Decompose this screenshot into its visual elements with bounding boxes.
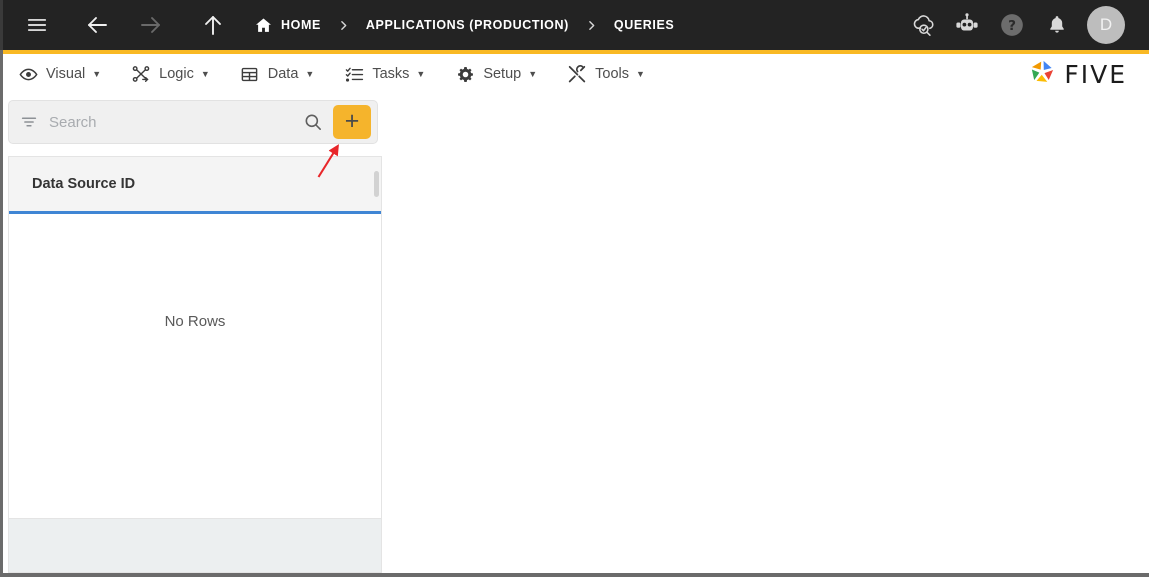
table-grid-icon: [240, 64, 260, 84]
breadcrumb-separator-2: [585, 19, 598, 32]
menu-label-visual: Visual: [46, 66, 86, 82]
chevron-down-icon: ▼: [528, 68, 538, 79]
search-input[interactable]: [49, 113, 301, 131]
topbar-left-group: HOME APPLICATIONS (PRODUCTION) QUERIES: [22, 10, 907, 40]
menu-item-logic[interactable]: Logic ▼: [131, 57, 210, 91]
top-navigation-bar: HOME APPLICATIONS (PRODUCTION) QUERIES ?…: [0, 0, 1149, 50]
eye-icon: [18, 64, 38, 84]
avatar-initial: D: [1099, 15, 1113, 34]
search-bar: +: [8, 100, 378, 144]
help-icon[interactable]: ?: [997, 10, 1027, 40]
data-grid: Data Source ID No Rows: [8, 156, 382, 573]
column-header-data-source-id[interactable]: Data Source ID: [32, 176, 135, 192]
breadcrumb-separator-1: [337, 19, 350, 32]
add-button[interactable]: +: [333, 105, 371, 139]
hamburger-menu-icon[interactable]: [22, 10, 52, 40]
window-bottom-edge: [0, 573, 1149, 577]
menu-label-logic: Logic: [159, 66, 194, 82]
breadcrumb-item-home[interactable]: HOME: [254, 16, 321, 35]
chevron-down-icon: ▼: [92, 68, 102, 79]
arrow-right-icon: [136, 10, 166, 40]
checklist-icon: [344, 64, 364, 84]
breadcrumb-item-applications[interactable]: APPLICATIONS (PRODUCTION): [366, 18, 569, 32]
chevron-down-icon: ▼: [305, 68, 315, 79]
breadcrumb-item-queries[interactable]: QUERIES: [614, 18, 674, 32]
five-pinwheel-logo: [1027, 57, 1057, 92]
menu-item-tasks[interactable]: Tasks ▼: [344, 57, 425, 91]
home-icon: [254, 16, 273, 35]
plus-icon: +: [344, 106, 360, 135]
horizontal-scrollbar-thumb[interactable]: [374, 171, 379, 197]
menu-item-setup[interactable]: Setup ▼: [455, 57, 537, 91]
data-grid-header-row: Data Source ID: [9, 157, 381, 214]
brand-name: FIVE: [1064, 59, 1127, 89]
empty-state-message: No Rows: [164, 313, 226, 330]
window-left-edge: [0, 0, 3, 577]
logic-graph-icon: [131, 64, 151, 84]
menu-item-tools[interactable]: Tools ▼: [567, 57, 645, 91]
menu-item-visual[interactable]: Visual ▼: [18, 57, 101, 91]
breadcrumb-queries-label: QUERIES: [613, 18, 675, 32]
queries-left-panel: + Data Source ID No Rows: [4, 96, 382, 573]
cloud-check-icon[interactable]: [907, 10, 937, 40]
search-icon[interactable]: [301, 110, 325, 134]
menu-label-data: Data: [267, 66, 299, 82]
svg-text:?: ?: [1008, 18, 1016, 34]
bell-icon[interactable]: [1042, 10, 1072, 40]
breadcrumb-home-label: HOME: [281, 18, 321, 32]
gear-icon: [455, 64, 475, 84]
main-menu-bar: Visual ▼ Logic ▼ Data ▼ Tasks ▼ Setup ▼ …: [0, 54, 1149, 94]
tools-icon: [567, 64, 587, 84]
topbar-action-group: ? D: [907, 6, 1135, 44]
data-grid-body: No Rows: [9, 214, 381, 518]
application-window: HOME APPLICATIONS (PRODUCTION) QUERIES ?…: [0, 0, 1149, 577]
arrow-up-icon[interactable]: [198, 10, 228, 40]
menu-label-tasks: Tasks: [372, 66, 410, 82]
menu-item-data[interactable]: Data ▼: [240, 57, 315, 91]
chevron-down-icon: ▼: [416, 68, 426, 79]
data-grid-footer: [9, 518, 381, 572]
robot-icon[interactable]: [952, 10, 982, 40]
breadcrumb-applications-label: APPLICATIONS (PRODUCTION): [365, 18, 569, 32]
menu-label-setup: Setup: [483, 66, 522, 82]
chevron-down-icon: ▼: [636, 68, 645, 79]
chevron-down-icon: ▼: [200, 68, 210, 79]
window-left-edge-header: [0, 0, 3, 50]
filter-icon[interactable]: [19, 112, 39, 132]
avatar[interactable]: D: [1087, 6, 1125, 44]
arrow-left-icon[interactable]: [82, 10, 112, 40]
brand-logo: FIVE: [1027, 54, 1127, 94]
menu-label-tools: Tools: [595, 66, 629, 82]
